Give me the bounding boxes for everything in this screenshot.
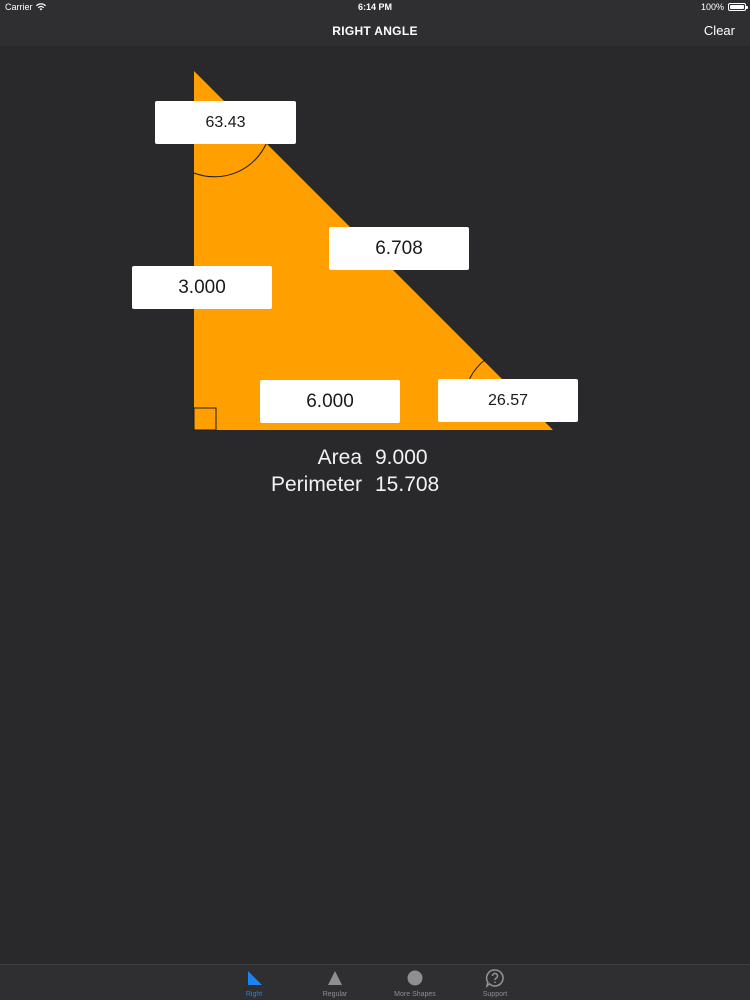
area-label: Area — [317, 446, 362, 469]
battery-icon — [728, 3, 748, 11]
tab-regular-label: Regular — [322, 991, 348, 998]
area-row: Area 9.000 — [200, 444, 500, 471]
base-side-field[interactable]: 6.000 — [260, 380, 400, 423]
right-triangle-icon — [248, 971, 262, 985]
tab-right[interactable]: Right — [214, 968, 294, 998]
tab-regular[interactable]: Regular — [295, 968, 375, 998]
navigation-bar: RIGHT ANGLE Clear — [0, 16, 750, 46]
hypotenuse-field[interactable]: 6.708 — [329, 227, 469, 270]
battery-percent: 100% — [700, 2, 724, 12]
tab-bar: Right Regular More Shapes Support — [0, 964, 750, 1000]
vertical-side-field[interactable]: 3.000 — [132, 266, 272, 309]
page-title: RIGHT ANGLE — [332, 24, 418, 38]
bottom-angle-field[interactable]: 26.57 — [438, 379, 578, 422]
perimeter-label: Perimeter — [270, 473, 362, 496]
app-screen: Carrier 6:14 PM 100% RIGHT ANGLE Clear 6… — [0, 0, 750, 1000]
circle-icon — [407, 970, 423, 986]
perimeter-row: Perimeter 15.708 — [200, 471, 500, 498]
support-bubble-icon — [485, 969, 504, 988]
tab-more-shapes-label: More Shapes — [394, 991, 436, 998]
status-right: 100% — [700, 2, 748, 12]
top-angle-field[interactable]: 63.43 — [155, 101, 296, 144]
tab-support-label: Support — [482, 991, 508, 998]
shape-canvas: 63.43 6.708 3.000 6.000 26.57 Area 9.000… — [0, 46, 750, 964]
tab-support[interactable]: Support — [455, 968, 535, 998]
triangle-icon — [328, 971, 342, 985]
status-time: 6:14 PM — [357, 2, 392, 12]
results-panel: Area 9.000 Perimeter 15.708 — [200, 444, 500, 498]
area-value: 9.000 — [375, 446, 428, 469]
tab-more-shapes[interactable]: More Shapes — [375, 968, 455, 998]
status-bar: Carrier 6:14 PM 100% — [0, 0, 750, 16]
perimeter-value: 15.708 — [375, 473, 440, 496]
clear-button[interactable]: Clear — [704, 23, 735, 38]
tab-right-label: Right — [245, 991, 263, 998]
